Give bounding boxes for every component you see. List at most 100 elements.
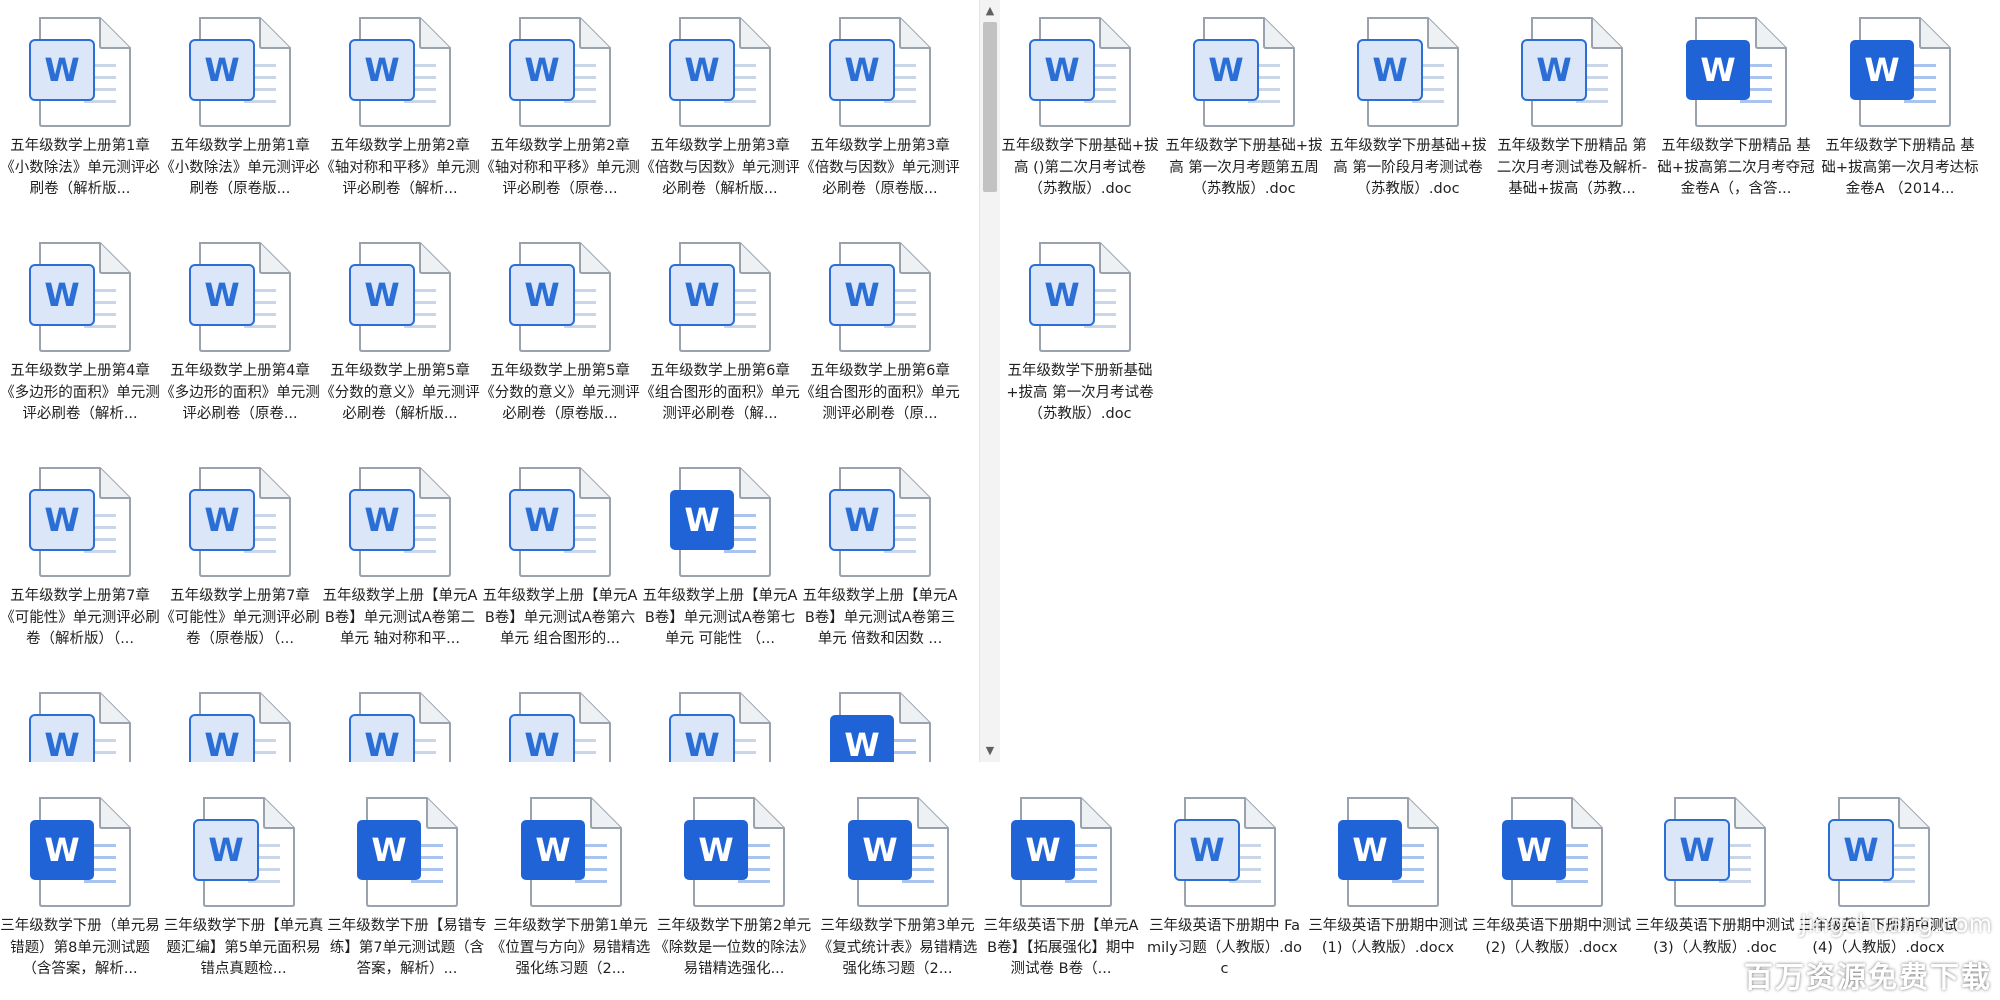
file-item[interactable]: W 五年级数学下册基础+拔高 第一阶段月考测试卷（苏教版）.doc xyxy=(1328,0,1488,222)
file-item[interactable]: W 五年级数学下册基础+拔高 ()第二次月考试卷（苏教版）.doc xyxy=(1000,0,1160,222)
file-item[interactable]: W 三年级英语下册期中 Family习题（人教版）.doc xyxy=(1145,780,1305,1000)
watermark: Jingchuang.com 百万资源免费下载 xyxy=(1700,910,2000,1000)
file-name: 五年级数学下册新基础+拔高 第一次月考试卷（苏教版）.doc xyxy=(1006,363,1154,422)
word-doc-icon: W xyxy=(828,16,938,128)
file-item[interactable]: W 五年级数学上册第4章《多边形的面积》单元测评必刷卷（原卷... xyxy=(160,225,320,447)
file-name: 五年级数学下册基础+拔高 第一阶段月考测试卷（苏教版）.doc xyxy=(1329,138,1487,197)
svg-text:W: W xyxy=(1372,51,1407,89)
file-item[interactable]: W 五年级数学上册【单元AB卷】单元测试A卷第六单元 组合图形的... xyxy=(480,450,640,672)
file-item[interactable]: W 五年级数学上册第1章《小数除法》单元测评必刷卷（原卷版... xyxy=(160,0,320,222)
svg-text:W: W xyxy=(844,51,879,89)
file-name: 三年级数学下册【易错专练】第7单元测试题（含答案，解析）... xyxy=(327,918,487,977)
word-doc-icon: W xyxy=(519,796,629,908)
svg-text:W: W xyxy=(1536,51,1571,89)
file-name: 五年级数学上册第4章《多边形的面积》单元测评必刷卷（解析... xyxy=(0,363,160,422)
word-doc-icon: W xyxy=(1684,16,1794,128)
scrollbar-thumb[interactable] xyxy=(983,22,997,192)
file-item[interactable]: W 五年级数学上册第3章《倍数与因数》单元测评必刷卷（解析版... xyxy=(640,0,800,222)
svg-text:W: W xyxy=(1679,831,1714,869)
word-doc-icon: W xyxy=(1336,796,1446,908)
file-item[interactable]: W 五年级数学上册第7章《可能性》单元测评必刷卷（原卷版）（... xyxy=(160,450,320,672)
file-item[interactable]: W xyxy=(160,675,320,762)
file-item[interactable]: W 五年级数学上册第4章《多边形的面积》单元测评必刷卷（解析... xyxy=(0,225,160,447)
file-item[interactable]: W 三年级英语下册【单元AB卷】【拓展强化】期中测试卷 B卷（... xyxy=(981,780,1141,1000)
svg-text:W: W xyxy=(1189,831,1224,869)
file-item[interactable]: W xyxy=(0,675,160,762)
word-doc-icon: W xyxy=(192,796,302,908)
svg-text:W: W xyxy=(684,51,719,89)
file-item[interactable]: W xyxy=(640,675,800,762)
scroll-down-arrow-icon[interactable]: ▼ xyxy=(980,742,1000,760)
file-name: 五年级数学上册第6章《组合图形的面积》单元测评必刷卷（原... xyxy=(800,363,960,422)
file-item[interactable]: W 五年级数学上册第5章《分数的意义》单元测评必刷卷（原卷版... xyxy=(480,225,640,447)
file-item[interactable]: W 五年级数学上册【单元AB卷】单元测试A卷第七单元 可能性 （... xyxy=(640,450,800,672)
word-doc-icon: W xyxy=(508,241,618,353)
file-item[interactable]: W 五年级数学下册精品 基础+拔高第一次月考达标金卷A （2014... xyxy=(1820,0,1980,222)
file-item[interactable]: W 三年级数学下册【单元真题汇编】第5单元面积易错点真题检... xyxy=(164,780,324,1000)
file-item[interactable]: W 五年级数学上册第6章《组合图形的面积》单元测评必刷卷（解... xyxy=(640,225,800,447)
file-name: 五年级数学下册精品 第二次月考测试卷及解析-基础+拔高（苏教... xyxy=(1496,138,1648,197)
word-doc-icon: W xyxy=(28,466,138,578)
file-item[interactable]: W 五年级数学上册【单元AB卷】单元测试A卷第三单元 倍数和因数 ... xyxy=(800,450,960,672)
file-item[interactable]: W 五年级数学上册第7章《可能性》单元测评必刷卷（解析版）（... xyxy=(0,450,160,672)
word-doc-icon: W xyxy=(1500,796,1610,908)
file-item[interactable]: W 三年级英语下册期中测试 (2)（人教版）.docx xyxy=(1472,780,1632,1000)
file-name: 五年级数学上册第2章《轴对称和平移》单元测评必刷卷（原卷... xyxy=(480,138,640,197)
word-doc-icon: W xyxy=(828,466,938,578)
file-name: 五年级数学上册第1章《小数除法》单元测评必刷卷（解析版... xyxy=(0,138,160,197)
word-doc-icon: W xyxy=(508,16,618,128)
word-doc-icon: W xyxy=(668,466,778,578)
file-name: 五年级数学上册第1章《小数除法》单元测评必刷卷（原卷版... xyxy=(160,138,320,197)
file-name: 五年级数学上册【单元AB卷】单元测试A卷第六单元 组合图形的... xyxy=(482,588,638,647)
file-item[interactable]: W 五年级数学下册新基础+拔高 第一次月考试卷（苏教版）.doc xyxy=(1000,225,1160,447)
word-doc-icon: W xyxy=(188,466,298,578)
file-item[interactable]: W 五年级数学上册第1章《小数除法》单元测评必刷卷（解析版... xyxy=(0,0,160,222)
file-name: 三年级数学下册第1单元《位置与方向》易错精选强化练习题（2... xyxy=(490,918,651,977)
svg-text:W: W xyxy=(1843,831,1878,869)
word-doc-icon: W xyxy=(1028,241,1138,353)
word-doc-icon: W xyxy=(1356,16,1466,128)
file-item[interactable]: W 三年级数学下册第3单元《复式统计表》易错精选强化练习题（2... xyxy=(818,780,978,1000)
word-doc-icon: W xyxy=(188,16,298,128)
svg-text:W: W xyxy=(204,276,239,314)
file-item[interactable]: W xyxy=(800,675,960,762)
svg-text:W: W xyxy=(862,831,897,869)
file-item[interactable]: W 五年级数学上册第3章《倍数与因数》单元测评必刷卷（原卷版... xyxy=(800,0,960,222)
file-item[interactable]: W 三年级数学下册（单元易错题）第8单元测试题（含答案，解析... xyxy=(0,780,160,1000)
file-item[interactable]: W 三年级数学下册第2单元《除数是一位数的除法》易错精选强化... xyxy=(654,780,814,1000)
word-doc-icon: W xyxy=(1009,796,1119,908)
word-doc-icon: W xyxy=(1848,16,1958,128)
file-item[interactable]: W 五年级数学上册第2章《轴对称和平移》单元测评必刷卷（原卷... xyxy=(480,0,640,222)
file-item[interactable]: W 五年级数学上册第5章《分数的意义》单元测评必刷卷（解析版... xyxy=(320,225,480,447)
word-doc-icon: W xyxy=(508,691,618,762)
file-item[interactable]: W xyxy=(480,675,640,762)
file-item[interactable]: W 五年级数学上册【单元AB卷】单元测试A卷第二单元 轴对称和平... xyxy=(320,450,480,672)
word-doc-icon: W xyxy=(1028,16,1138,128)
svg-text:W: W xyxy=(535,831,570,869)
file-item[interactable]: W 五年级数学下册精品 基础+拔高第二次月考夺冠金卷A（，含答... xyxy=(1656,0,1816,222)
svg-text:W: W xyxy=(204,51,239,89)
word-doc-icon: W xyxy=(828,241,938,353)
vertical-scrollbar[interactable]: ▲ ▼ xyxy=(979,0,1000,762)
file-item[interactable]: W 五年级数学上册第2章《轴对称和平移》单元测评必刷卷（解析... xyxy=(320,0,480,222)
file-item[interactable]: W xyxy=(320,675,480,762)
file-item[interactable]: W 五年级数学下册基础+拔高 第一次月考题第五周（苏教版）.doc xyxy=(1164,0,1324,222)
file-item[interactable]: W 三年级数学下册【易错专练】第7单元测试题（含答案，解析）... xyxy=(327,780,487,1000)
svg-text:W: W xyxy=(204,501,239,539)
word-doc-icon: W xyxy=(348,466,458,578)
word-doc-icon: W xyxy=(682,796,792,908)
file-name: 五年级数学上册第4章《多边形的面积》单元测评必刷卷（原卷... xyxy=(160,363,320,422)
word-doc-icon: W xyxy=(508,466,618,578)
word-doc-icon: W xyxy=(668,241,778,353)
svg-text:W: W xyxy=(1044,276,1079,314)
svg-text:W: W xyxy=(684,501,719,539)
file-item[interactable]: W 三年级数学下册第1单元《位置与方向》易错精选强化练习题（2... xyxy=(491,780,651,1000)
scroll-up-arrow-icon[interactable]: ▲ xyxy=(980,2,1000,20)
watermark-url: Jingchuang.com xyxy=(1800,910,1992,938)
file-item[interactable]: W 五年级数学上册第6章《组合图形的面积》单元测评必刷卷（原... xyxy=(800,225,960,447)
svg-text:W: W xyxy=(44,726,79,762)
word-doc-icon: W xyxy=(355,796,465,908)
file-item[interactable]: W 三年级英语下册期中测试 (1)（人教版）.docx xyxy=(1308,780,1468,1000)
file-item[interactable]: W 五年级数学下册精品 第二次月考测试卷及解析-基础+拔高（苏教... xyxy=(1492,0,1652,222)
svg-text:W: W xyxy=(844,276,879,314)
